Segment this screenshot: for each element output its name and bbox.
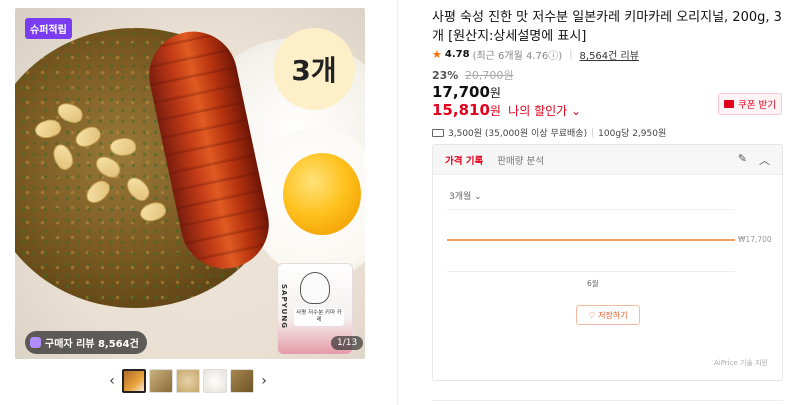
buyer-review-pill[interactable]: 구매자 리뷰 8,564건 <box>25 331 147 354</box>
thumbnail-strip: ‹ › <box>105 369 271 393</box>
price-history-panel: 가격 기록 판매량 분석 ✎ ︿ 3개월 ⌄ ₩17,700 6월 ♡ 저장하기… <box>432 144 783 381</box>
sale-price: 17,700원 <box>432 83 501 101</box>
thumbnail-2[interactable] <box>149 369 173 393</box>
sale-price-unit: 원 <box>489 86 501 100</box>
original-price: 20,700원 <box>464 69 514 82</box>
collapse-icon[interactable]: ︿ <box>759 152 770 168</box>
my-discount-price[interactable]: 15,810원 나의 할인가 ⌄ <box>432 101 581 119</box>
super-reward-badge: 슈퍼적립 <box>25 18 72 39</box>
save-button[interactable]: ♡ 저장하기 <box>576 305 640 325</box>
thumbnail-3[interactable] <box>176 369 200 393</box>
product-title: 사평 숙성 진한 맛 저수분 일본카레 키마카레 오리지널, 200g, 3개 … <box>432 10 782 44</box>
chart-gridline <box>447 209 735 210</box>
buyer-review-label: 구매자 리뷰 8,564건 <box>45 339 139 350</box>
chart-baseline <box>447 271 735 272</box>
month-axis-label: 6월 <box>587 279 599 288</box>
image-page-indicator: 1/13 <box>331 336 364 350</box>
shipping-fee: 3,500원 (35,000원 이상 무료배송) <box>448 129 588 139</box>
my-price-label[interactable]: 나의 할인가 ⌄ <box>508 104 581 118</box>
sale-price-value: 17,700 <box>432 83 490 101</box>
coupon-button-label: 쿠폰 받기 <box>738 100 776 111</box>
truck-icon <box>432 128 444 137</box>
rating-separator: | <box>569 49 573 60</box>
product-main-image[interactable]: 슈퍼적립 3개 SAPYUNG 사평 저수분 키마 카레 구매자 리뷰 8,56… <box>15 8 365 359</box>
review-count-link[interactable]: 8,564건 리뷰 <box>580 47 639 62</box>
shipping-separator: | <box>591 127 595 138</box>
rating-row: ★ 4.78 (최근 6개월 4.76ⓘ) | 8,564건 리뷰 <box>432 47 639 62</box>
price-history-line <box>447 239 735 241</box>
rating-score: 4.78 <box>444 49 470 60</box>
star-icon: ★ <box>432 48 442 61</box>
panel-tools: ✎ ︿ <box>738 152 770 168</box>
review-icon <box>30 337 41 348</box>
price-line-label: ₩17,700 <box>738 235 772 244</box>
my-price-value: 15,810 <box>432 101 490 119</box>
thumbnail-5[interactable] <box>230 369 254 393</box>
pouch-brand: SAPYUNG <box>280 284 288 329</box>
column-divider <box>397 0 398 405</box>
thumbnail-next-arrow[interactable]: › <box>257 369 271 393</box>
edit-icon[interactable]: ✎ <box>738 152 747 168</box>
unit-price: 100g당 2,950원 <box>598 129 667 139</box>
price-panel-header: 가격 기록 판매량 분석 ✎ ︿ <box>433 145 782 175</box>
pouch-label: 사평 저수분 키마 카레 <box>294 308 344 327</box>
tab-price-history[interactable]: 가격 기록 <box>445 153 483 167</box>
period-select[interactable]: 3개월 ⌄ <box>449 189 482 202</box>
thumbnail-prev-arrow[interactable]: ‹ <box>105 369 119 393</box>
shipping-row: 3,500원 (35,000원 이상 무료배송) | 100g당 2,950원 <box>432 126 666 139</box>
tab-sales-analysis[interactable]: 판매량 분석 <box>497 153 544 167</box>
egg-yolk-graphic <box>283 153 361 235</box>
bottom-divider <box>432 400 783 401</box>
thumbnail-4[interactable] <box>203 369 227 393</box>
thumbnail-1[interactable] <box>122 369 146 393</box>
recent-rating[interactable]: (최근 6개월 4.76ⓘ) <box>473 47 563 62</box>
aiprice-footnote: AiPrice 기술 지원 <box>713 359 768 367</box>
coupon-button[interactable]: 쿠폰 받기 <box>718 93 782 115</box>
my-price-unit: 원 <box>489 104 501 118</box>
quantity-badge: 3개 <box>273 28 355 110</box>
discount-percent: 23% <box>432 69 459 82</box>
coupon-icon <box>724 100 734 108</box>
chef-icon <box>300 272 330 304</box>
discount-row: 23% 20,700원 <box>432 67 513 83</box>
